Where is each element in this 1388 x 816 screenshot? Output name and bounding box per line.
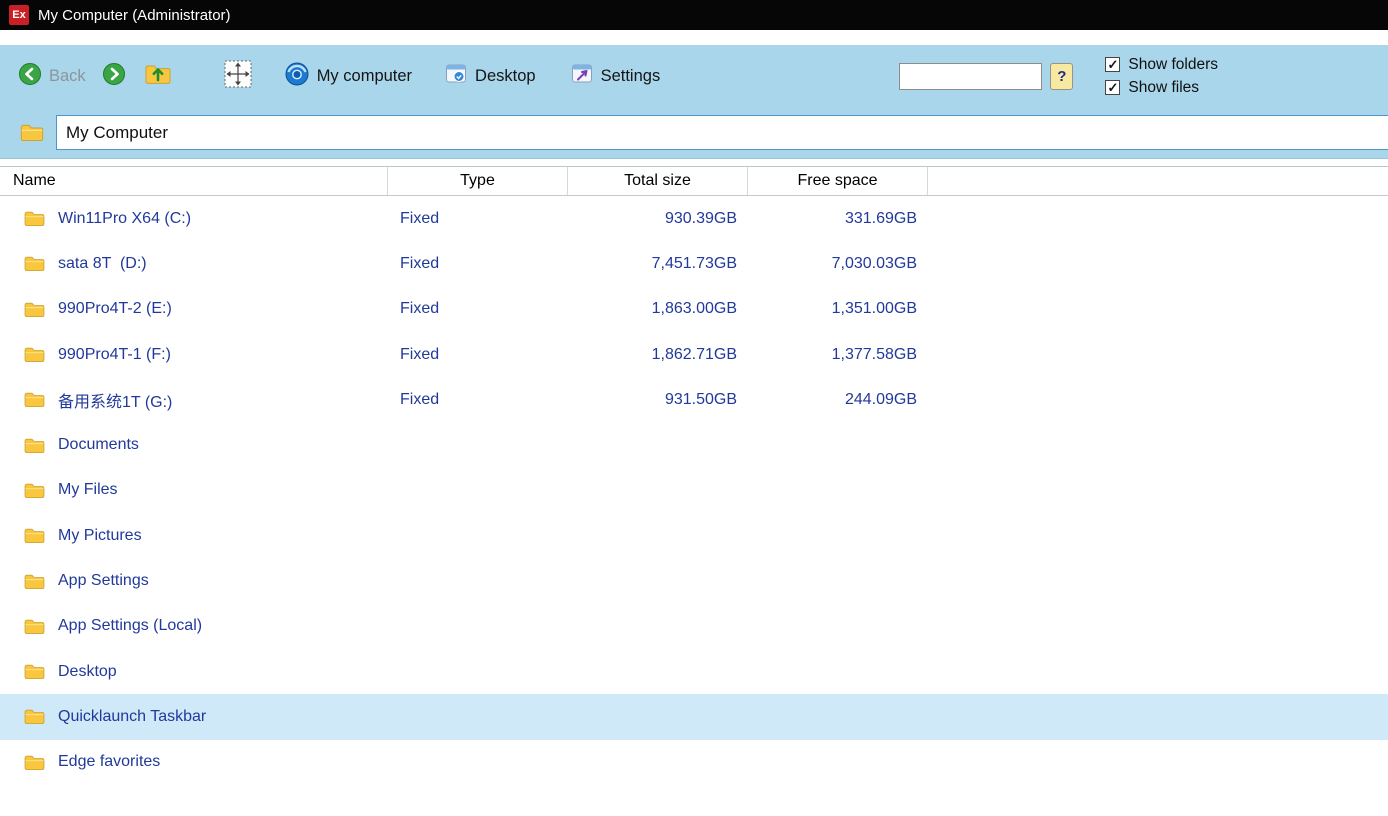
- item-total-size: 1,863.00GB: [567, 300, 747, 318]
- settings-button[interactable]: Settings: [570, 62, 661, 91]
- list-item[interactable]: 990Pro4T-2 (E:) Fixed 1,863.00GB 1,351.0…: [0, 287, 1388, 332]
- folder-icon: [24, 346, 45, 363]
- list-item[interactable]: App Settings (Local): [0, 604, 1388, 649]
- desktop-icon: [444, 62, 468, 91]
- desktop-button[interactable]: Desktop: [444, 62, 536, 91]
- search-input[interactable]: [899, 63, 1042, 90]
- checkbox-checked-icon: ✓: [1105, 80, 1120, 95]
- item-name: 备用系统1T (G:): [58, 388, 172, 412]
- column-header-name[interactable]: Name: [0, 167, 387, 195]
- item-name: Desktop: [58, 663, 117, 681]
- item-name: Win11Pro X64 (C:): [58, 210, 191, 228]
- folder-icon: [24, 618, 45, 635]
- filter-checkboxes: ✓ Show folders ✓ Show files: [1105, 56, 1218, 97]
- item-type: Fixed: [387, 391, 567, 409]
- folder-icon: [24, 391, 45, 408]
- title-bar: Ex My Computer (Administrator): [0, 0, 1388, 30]
- help-button[interactable]: ?: [1050, 63, 1073, 90]
- checkbox-checked-icon: ✓: [1105, 57, 1120, 72]
- list-item[interactable]: Win11Pro X64 (C:) Fixed 930.39GB 331.69G…: [0, 196, 1388, 241]
- folder-icon: [24, 527, 45, 544]
- show-files-checkbox[interactable]: ✓ Show files: [1105, 79, 1218, 97]
- list-item[interactable]: Quicklaunch Taskbar: [0, 694, 1388, 739]
- column-header-total-size[interactable]: Total size: [567, 167, 747, 195]
- item-name: My Files: [58, 481, 118, 499]
- item-type: Fixed: [387, 255, 567, 273]
- search-area: ?: [899, 63, 1073, 90]
- item-total-size: 931.50GB: [567, 391, 747, 409]
- item-free-space: 1,377.58GB: [747, 346, 927, 364]
- item-name: 990Pro4T-1 (F:): [58, 346, 171, 364]
- item-total-size: 930.39GB: [567, 210, 747, 228]
- folder-icon: [24, 663, 45, 680]
- item-name: Edge favorites: [58, 753, 160, 771]
- item-free-space: 244.09GB: [747, 391, 927, 409]
- up-folder-icon: [144, 62, 172, 91]
- folder-icon: [24, 255, 45, 272]
- explorer-window: Ex My Computer (Administrator) Back: [0, 0, 1388, 816]
- forward-button[interactable]: [102, 62, 126, 91]
- item-name: sata 8T (D:): [58, 255, 147, 273]
- folder-icon: [24, 210, 45, 227]
- list-item[interactable]: 备用系统1T (G:) Fixed 931.50GB 244.09GB: [0, 377, 1388, 422]
- column-header-empty: [927, 167, 1388, 195]
- back-button[interactable]: Back: [18, 62, 86, 91]
- address-folder-icon: [20, 123, 44, 142]
- desktop-label: Desktop: [475, 67, 536, 86]
- column-header-type[interactable]: Type: [387, 167, 567, 195]
- move-grid-icon: [222, 59, 254, 94]
- folder-icon: [24, 573, 45, 590]
- up-button[interactable]: [144, 62, 172, 91]
- back-label: Back: [49, 67, 86, 86]
- folder-icon: [24, 708, 45, 725]
- window-title: My Computer (Administrator): [38, 7, 231, 24]
- my-computer-icon: [284, 61, 310, 92]
- file-list-header: Name Type Total size Free space: [0, 166, 1388, 196]
- menu-strip: [0, 30, 1388, 45]
- my-computer-label: My computer: [317, 67, 412, 86]
- file-list-body: Win11Pro X64 (C:) Fixed 930.39GB 331.69G…: [0, 196, 1388, 785]
- list-item[interactable]: Edge favorites: [0, 740, 1388, 785]
- item-name: My Pictures: [58, 527, 142, 545]
- list-item[interactable]: App Settings: [0, 558, 1388, 603]
- settings-icon: [570, 62, 594, 91]
- list-item[interactable]: My Files: [0, 468, 1388, 513]
- item-name: App Settings: [58, 572, 149, 590]
- item-type: Fixed: [387, 210, 567, 228]
- my-computer-button[interactable]: My computer: [284, 61, 412, 92]
- address-input[interactable]: [56, 115, 1388, 150]
- show-folders-checkbox[interactable]: ✓ Show folders: [1105, 56, 1218, 74]
- show-folders-label: Show folders: [1128, 56, 1218, 74]
- toolbar-separator: [0, 158, 1388, 166]
- list-item[interactable]: sata 8T (D:) Fixed 7,451.73GB 7,030.03GB: [0, 241, 1388, 286]
- list-item[interactable]: Desktop: [0, 649, 1388, 694]
- toolbar: Back: [0, 45, 1388, 107]
- item-total-size: 1,862.71GB: [567, 346, 747, 364]
- folder-icon: [24, 754, 45, 771]
- list-item[interactable]: My Pictures: [0, 513, 1388, 558]
- list-item[interactable]: 990Pro4T-1 (F:) Fixed 1,862.71GB 1,377.5…: [0, 332, 1388, 377]
- item-free-space: 1,351.00GB: [747, 300, 927, 318]
- item-total-size: 7,451.73GB: [567, 255, 747, 273]
- forward-icon: [102, 62, 126, 91]
- move-grid-button[interactable]: [222, 59, 254, 94]
- list-item[interactable]: Documents: [0, 422, 1388, 467]
- item-type: Fixed: [387, 346, 567, 364]
- item-name: App Settings (Local): [58, 617, 202, 635]
- address-bar: [0, 107, 1388, 158]
- show-files-label: Show files: [1128, 79, 1199, 97]
- back-icon: [18, 62, 42, 91]
- item-name: 990Pro4T-2 (E:): [58, 300, 172, 318]
- item-free-space: 331.69GB: [747, 210, 927, 228]
- folder-icon: [24, 301, 45, 318]
- settings-label: Settings: [601, 67, 661, 86]
- item-name: Documents: [58, 436, 139, 454]
- item-type: Fixed: [387, 300, 567, 318]
- column-header-free-space[interactable]: Free space: [747, 167, 927, 195]
- item-name: Quicklaunch Taskbar: [58, 708, 206, 726]
- folder-icon: [24, 482, 45, 499]
- item-free-space: 7,030.03GB: [747, 255, 927, 273]
- folder-icon: [24, 437, 45, 454]
- app-icon: Ex: [9, 5, 29, 25]
